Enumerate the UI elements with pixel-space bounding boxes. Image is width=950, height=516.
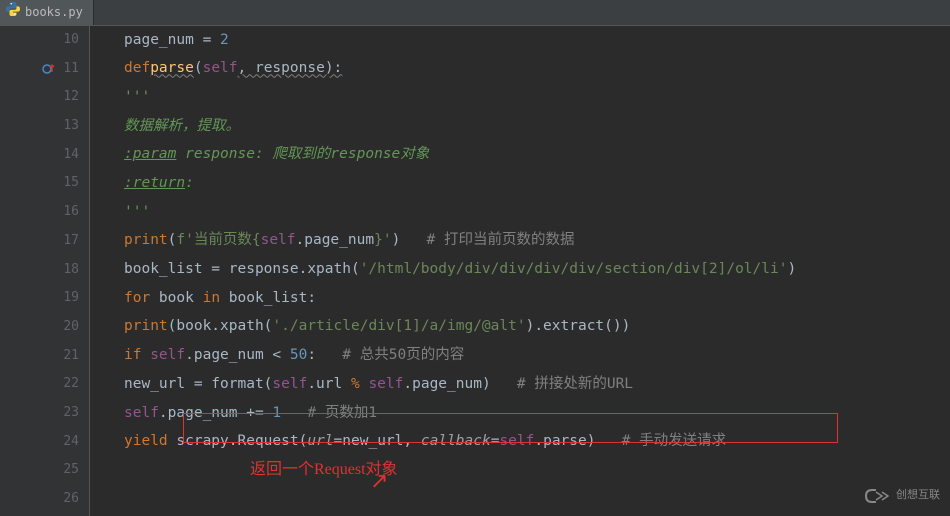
code-line: new_url = format(self.url % self.page_nu… — [124, 370, 950, 399]
tab-filename: books.py — [25, 1, 83, 24]
override-gutter-icon[interactable] — [42, 62, 56, 76]
line-number: 19 — [0, 284, 79, 313]
code-line: ''' — [124, 83, 950, 112]
line-number: 11 — [0, 55, 79, 84]
line-number-gutter: 10 11 12 13 14 15 16 17 18 19 20 21 22 2… — [0, 26, 90, 516]
code-line: def parse(self, response): — [124, 55, 950, 84]
code-line: print(book.xpath('./article/div[1]/a/img… — [124, 313, 950, 342]
line-number: 10 — [0, 26, 79, 55]
line-number: 20 — [0, 313, 79, 342]
code-line: self.page_num += 1 # 页数加1 — [124, 399, 950, 428]
watermark-logo-icon — [862, 486, 890, 506]
code-line: book_list = response.xpath('/html/body/d… — [124, 256, 950, 285]
line-number: 18 — [0, 256, 79, 285]
line-number: 15 — [0, 169, 79, 198]
code-line: page_num = 2 — [124, 26, 950, 55]
watermark: 创想互联 — [862, 485, 940, 506]
line-number: 12 — [0, 83, 79, 112]
code-line: print(f'当前页数{self.page_num}') # 打印当前页数的数… — [124, 227, 950, 256]
code-line: :param response: 爬取到的response对象 — [124, 141, 950, 170]
code-line: :return: — [124, 169, 950, 198]
code-line: for book in book_list: — [124, 284, 950, 313]
code-line: if self.page_num < 50: # 总共50页的内容 — [124, 342, 950, 371]
line-number: 24 — [0, 428, 79, 457]
watermark-text: 创想互联 — [896, 485, 940, 506]
line-number: 23 — [0, 399, 79, 428]
line-number: 16 — [0, 198, 79, 227]
code-editor[interactable]: page_num = 2 def parse(self, response): … — [90, 26, 950, 516]
annotation-text: ↗返回一个Request对象 — [250, 455, 398, 485]
code-line — [124, 485, 950, 514]
code-line: yield scrapy.Request(url=new_url, callba… — [124, 428, 950, 457]
line-number: 22 — [0, 370, 79, 399]
editor-tab-books[interactable]: books.py — [0, 0, 94, 25]
line-number: 17 — [0, 227, 79, 256]
line-number: 25 — [0, 456, 79, 485]
code-line — [124, 456, 950, 485]
tab-bar: books.py — [0, 0, 950, 26]
line-number: 14 — [0, 141, 79, 170]
python-file-icon — [6, 1, 20, 24]
line-number: 21 — [0, 342, 79, 371]
code-line: ''' — [124, 198, 950, 227]
line-number: 26 — [0, 485, 79, 514]
annotation-arrow-icon: ↗ — [370, 460, 388, 502]
code-line: 数据解析，提取。 — [124, 112, 950, 141]
line-number: 13 — [0, 112, 79, 141]
